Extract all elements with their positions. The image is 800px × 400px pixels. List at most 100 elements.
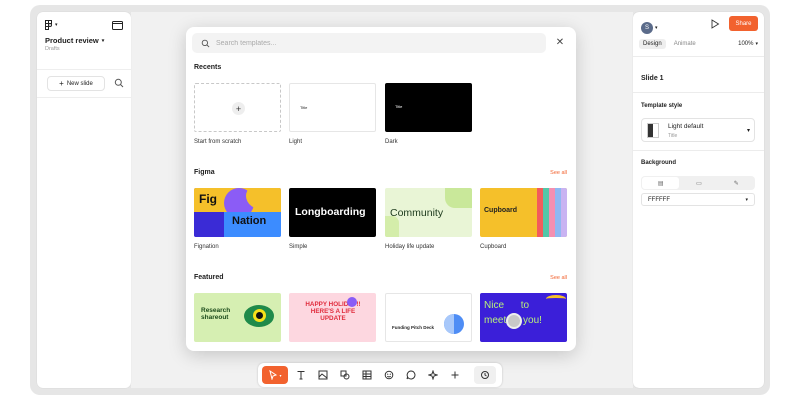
- edit-icon: ✎: [733, 180, 739, 187]
- thumbnail-text: Longboarding: [295, 206, 366, 218]
- template-style-thumbnail: [647, 123, 659, 138]
- thumbnail-text: Cupboard: [484, 207, 518, 214]
- thumbnail-text: Funding Pitch Deck: [392, 325, 435, 330]
- chevron-down-icon: ▾: [755, 41, 758, 47]
- template-card-holiday-life-update[interactable]: Community Holiday life update: [385, 188, 472, 250]
- template-caption: Simple: [289, 244, 308, 250]
- thumbnail-title: Title: [300, 105, 308, 110]
- template-thumbnail: Longboarding: [289, 188, 376, 237]
- file-name[interactable]: Product review ▾: [45, 36, 104, 45]
- left-panel: ▾ Product review ▾ Drafts + New slide: [37, 12, 131, 388]
- background-color-field[interactable]: FFFFFF ▾: [641, 193, 755, 206]
- comment-tool-button[interactable]: [402, 366, 420, 384]
- template-search-box[interactable]: [192, 33, 546, 53]
- history-icon: [481, 371, 489, 379]
- close-icon: ✕: [555, 36, 565, 48]
- template-style-name: Light default: [668, 123, 704, 130]
- tab-design[interactable]: Design: [639, 39, 666, 49]
- thumbnail-text: Nation: [232, 215, 267, 227]
- avatar[interactable]: S: [641, 22, 653, 34]
- thumbnail-text: Research shareout: [201, 307, 231, 322]
- divider: [37, 97, 131, 98]
- plus-icon: +: [232, 102, 245, 115]
- template-card-funding-pitch-deck[interactable]: Funding Pitch Deck: [385, 293, 472, 342]
- image-icon: ▭: [696, 180, 702, 187]
- thumbnail-text: Fig: [199, 192, 217, 206]
- template-card-happy-holiday[interactable]: HAPPY HOLIDAY!! HERE'S A LIFE UPDATE: [289, 293, 376, 342]
- background-label: Background: [641, 160, 677, 166]
- template-thumbnail: Funding Pitch Deck: [385, 293, 472, 342]
- sticker-tool-button[interactable]: [380, 366, 398, 384]
- zoom-value: 100%: [738, 41, 754, 47]
- template-caption: Start from scratch: [194, 139, 242, 145]
- template-thumbnail: HAPPY HOLIDAY!! HERE'S A LIFE UPDATE: [289, 293, 376, 342]
- sparkle-icon: [428, 370, 438, 380]
- background-image-option[interactable]: ▭: [680, 176, 717, 190]
- figma-see-all-link[interactable]: See all: [550, 170, 567, 176]
- template-caption: Dark: [385, 139, 398, 145]
- template-card-cupboard[interactable]: Cupboard Cupboard: [480, 188, 567, 250]
- move-tool-button[interactable]: ▾: [262, 366, 288, 384]
- insert-tool-button[interactable]: [446, 366, 464, 384]
- template-card-dark[interactable]: Title Dark: [385, 83, 472, 145]
- ai-tool-button[interactable]: [424, 366, 442, 384]
- template-thumbnail: Research shareout: [194, 293, 281, 342]
- share-button[interactable]: Share: [729, 16, 758, 31]
- chevron-down-icon: ▾: [101, 37, 105, 44]
- template-card-simple[interactable]: Longboarding Simple: [289, 188, 376, 250]
- main-menu-button[interactable]: ▾: [45, 19, 58, 31]
- background-color-value: FFFFFF: [648, 196, 670, 203]
- left-panel-header: ▾: [45, 18, 123, 32]
- template-card-research-shareout[interactable]: Research shareout: [194, 293, 281, 342]
- template-search-input[interactable]: [216, 39, 516, 47]
- template-card-fignation[interactable]: Fig Nation Fignation: [194, 188, 281, 250]
- template-style-label: Template style: [641, 103, 683, 109]
- bottom-toolbar: ▾: [258, 363, 502, 387]
- sidebar-toggle-icon[interactable]: [112, 20, 123, 30]
- zoom-control[interactable]: 100% ▾: [738, 41, 758, 47]
- shape-tool-button[interactable]: [336, 366, 354, 384]
- template-card-light[interactable]: Title Light: [289, 83, 376, 145]
- background-solid-option[interactable]: ▤: [642, 177, 680, 189]
- template-card-nice-to-meet-you[interactable]: Nice to meet you!: [480, 293, 567, 342]
- search-icon[interactable]: [114, 78, 124, 88]
- image-tool-button[interactable]: [314, 366, 332, 384]
- template-caption: Fignation: [194, 244, 219, 250]
- text-tool-button[interactable]: [292, 366, 310, 384]
- more-tools-button[interactable]: [474, 366, 496, 384]
- file-name-label: Product review: [45, 36, 99, 45]
- template-caption: Cupboard: [480, 244, 507, 250]
- search-icon: [201, 39, 210, 47]
- chevron-down-icon: ▾: [279, 372, 282, 378]
- thumbnail-text: Community: [390, 207, 444, 219]
- solid-fill-icon: ▤: [657, 180, 664, 187]
- recents-heading: Recents: [194, 64, 222, 71]
- new-slide-button[interactable]: + New slide: [47, 76, 105, 91]
- figma-heading: Figma: [194, 169, 215, 176]
- template-picker-modal: ✕ Recents + Start from scratch Title Lig…: [186, 27, 576, 351]
- table-tool-button[interactable]: [358, 366, 376, 384]
- plus-icon: +: [59, 79, 64, 88]
- present-icon[interactable]: [710, 19, 720, 29]
- template-style-select[interactable]: Light default Title ▾: [641, 118, 755, 142]
- chevron-down-icon: ▾: [746, 128, 750, 134]
- text-icon: [297, 371, 305, 380]
- thumbnail-title: Title: [395, 104, 403, 109]
- figma-logo-icon: [45, 19, 52, 30]
- plus-icon: [451, 371, 459, 379]
- properties-tabs: Design Animate 100% ▾: [639, 38, 758, 50]
- chevron-down-icon: ▾: [55, 22, 58, 28]
- template-card-scratch[interactable]: + Start from scratch: [194, 83, 281, 145]
- template-thumbnail: Community: [385, 188, 472, 237]
- close-button[interactable]: ✕: [554, 36, 566, 48]
- right-panel: S ▾ Share Design Animate 100% ▾ Slide 1 …: [633, 12, 764, 388]
- featured-see-all-link[interactable]: See all: [550, 275, 567, 281]
- background-custom-option[interactable]: ✎: [718, 176, 755, 190]
- tab-animate[interactable]: Animate: [670, 39, 700, 49]
- divider: [633, 92, 764, 93]
- template-style-sub: Title: [668, 133, 678, 139]
- slide-title: Slide 1: [641, 75, 664, 82]
- comment-icon: [406, 370, 416, 380]
- table-icon: [362, 370, 372, 380]
- divider: [633, 150, 764, 151]
